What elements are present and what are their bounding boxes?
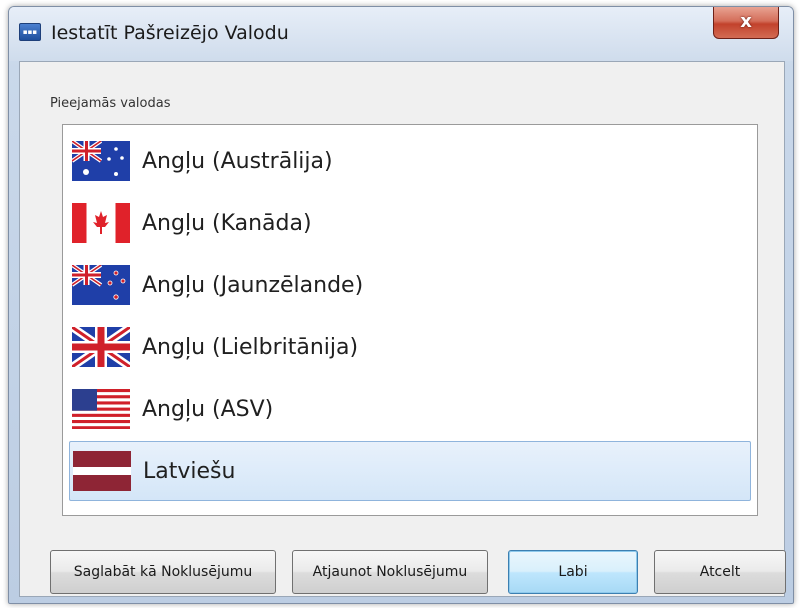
list-item-latvia[interactable]: Latviešu [69, 441, 751, 501]
language-list[interactable]: Angļu (Austrālija) Angļu (Kanāda) Angļu … [62, 124, 758, 516]
united-kingdom-flag-icon [72, 327, 130, 367]
language-dialog: ▪▪▪ Iestatīt Pašreizējo Valodu x Pieejam… [8, 6, 794, 604]
list-item-label: Angļu (Lielbritānija) [142, 334, 359, 360]
australia-flag-icon [72, 141, 130, 181]
list-item-australia[interactable]: Angļu (Austrālija) [69, 131, 751, 191]
list-item-united-kingdom[interactable]: Angļu (Lielbritānija) [69, 317, 751, 377]
available-languages-label: Pieejamās valodas [50, 96, 171, 111]
canada-flag-icon [72, 203, 130, 243]
list-item-label: Angļu (Kanāda) [142, 210, 312, 236]
application-icon: ▪▪▪ [19, 23, 41, 41]
latvia-flag-icon [73, 451, 131, 491]
list-item-united-states[interactable]: Angļu (ASV) [69, 379, 751, 439]
cancel-button[interactable]: Atcelt [654, 550, 786, 594]
save-as-default-button[interactable]: Saglabāt kā Noklusējumu [50, 550, 276, 594]
united-states-flag-icon [72, 389, 130, 429]
restore-default-button[interactable]: Atjaunot Noklusējumu [292, 550, 488, 594]
list-item-new-zealand[interactable]: Angļu (Jaunzēlande) [69, 255, 751, 315]
list-item-label: Angļu (Jaunzēlande) [142, 272, 364, 298]
list-item-label: Angļu (ASV) [142, 396, 274, 422]
title-bar[interactable]: ▪▪▪ Iestatīt Pašreizējo Valodu x [9, 7, 793, 61]
list-item-label: Latviešu [143, 458, 236, 484]
new-zealand-flag-icon [72, 265, 130, 305]
list-item-label: Angļu (Austrālija) [142, 148, 333, 174]
list-item-canada[interactable]: Angļu (Kanāda) [69, 193, 751, 253]
close-button[interactable]: x [713, 7, 779, 39]
ok-button[interactable]: Labi [508, 550, 638, 594]
dialog-title: Iestatīt Pašreizējo Valodu [51, 22, 289, 44]
close-icon: x [740, 11, 752, 32]
dialog-body: Pieejamās valodas Angļu (Austrālija) Ang… [19, 61, 786, 597]
